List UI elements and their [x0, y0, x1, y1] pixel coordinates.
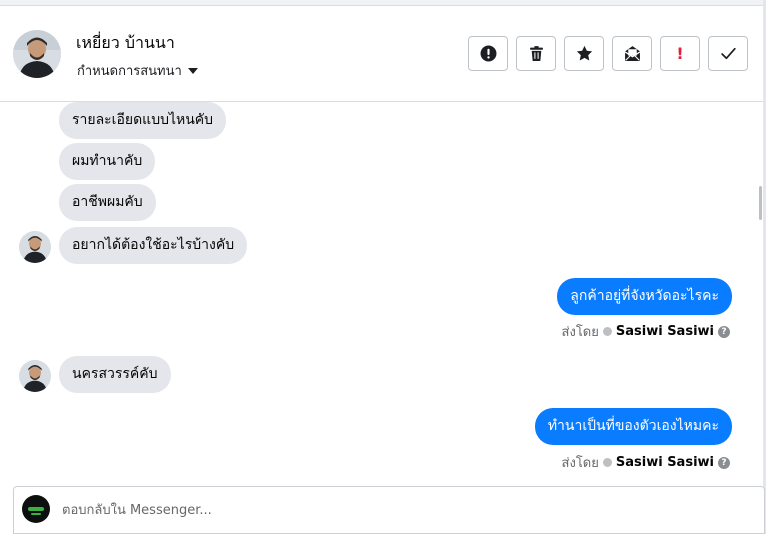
assign-conversation-dropdown[interactable]: กำหนดการสนทนา: [77, 60, 198, 81]
sent-by-label: ส่งโดย: [561, 325, 599, 340]
sent-by-label: ส่งโดย: [561, 456, 599, 471]
trash-icon: [529, 46, 543, 61]
sender-status-icon: [602, 458, 612, 467]
conversation-header: เหยี่ยว บ้านนา กำหนดการสนทนา !: [0, 6, 763, 102]
reply-input[interactable]: [62, 499, 742, 521]
sent-by-info: ส่งโดย Sasiwi Sasiwi ?: [562, 452, 730, 473]
contact-avatar[interactable]: [13, 30, 61, 78]
star-button[interactable]: [564, 36, 604, 71]
contact-avatar-small: [19, 231, 51, 263]
sender-status-icon: [602, 327, 612, 336]
sent-by-info: ส่งโดย Sasiwi Sasiwi ?: [562, 321, 730, 342]
mark-unread-button[interactable]: [612, 36, 652, 71]
message-bubble-incoming[interactable]: นครสวรรค์คับ: [59, 356, 171, 393]
contact-name[interactable]: เหยี่ยว บ้านนา: [76, 31, 175, 56]
follow-up-button[interactable]: !: [660, 36, 700, 71]
envelope-open-icon: [624, 46, 640, 61]
check-icon: [720, 47, 736, 60]
conversation-actions: !: [468, 36, 748, 71]
page-avatar: [22, 495, 50, 523]
sender-name[interactable]: Sasiwi Sasiwi: [616, 324, 714, 339]
message-bubble-incoming[interactable]: รายละเอียดแบบไหนคับ: [59, 102, 227, 139]
exclamation-icon: !: [676, 44, 684, 63]
message-bubble-outgoing[interactable]: ลูกค้าอยู่ที่จังหวัดอะไรคะ: [557, 278, 732, 315]
message-thread[interactable]: รายละเอียดแบบไหนคับ ผมทำนาคับ อาชีพผมคับ…: [0, 102, 763, 482]
star-icon: [576, 45, 592, 61]
message-bubble-outgoing[interactable]: ทำนาเป็นที่ของตัวเองไหมคะ: [534, 408, 732, 445]
message-bubble-incoming[interactable]: ผมทำนาคับ: [59, 143, 156, 180]
delete-button[interactable]: [516, 36, 556, 71]
assign-conversation-label: กำหนดการสนทนา: [77, 64, 182, 79]
message-bubble-incoming[interactable]: อยากได้ต้องใช้อะไรบ้างคับ: [59, 227, 248, 264]
help-icon[interactable]: ?: [718, 325, 730, 338]
thread-scrollbar[interactable]: [759, 186, 762, 220]
reply-composer: [13, 486, 765, 534]
caret-down-icon: [187, 68, 198, 74]
report-spam-button[interactable]: [468, 36, 508, 71]
contact-avatar-small: [19, 360, 51, 392]
alert-circle-icon: [480, 45, 496, 62]
help-icon[interactable]: ?: [718, 456, 730, 469]
mark-done-button[interactable]: [708, 36, 748, 71]
message-bubble-incoming[interactable]: อาชีพผมคับ: [59, 184, 156, 221]
sender-name[interactable]: Sasiwi Sasiwi: [616, 455, 714, 470]
